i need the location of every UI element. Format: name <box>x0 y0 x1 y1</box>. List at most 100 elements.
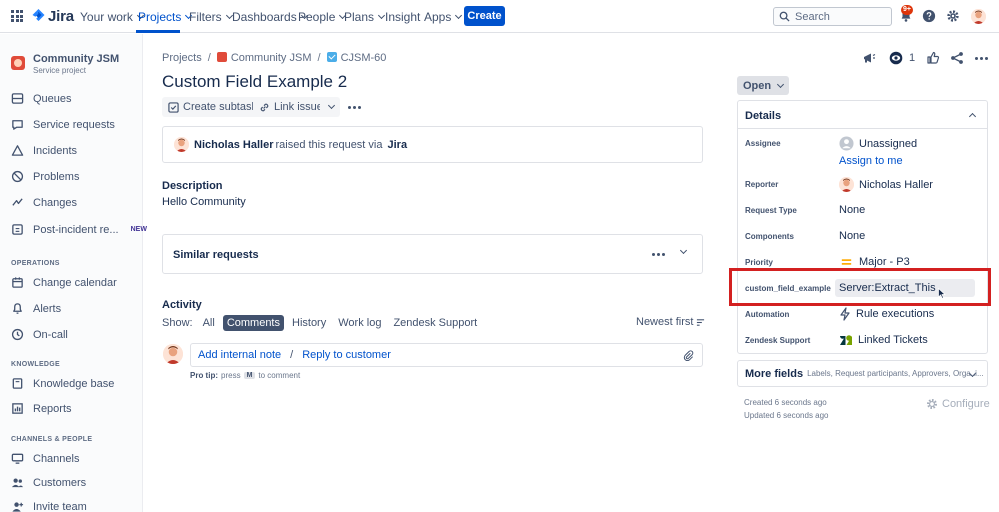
status-button[interactable]: Open <box>737 76 789 95</box>
description-text[interactable]: Hello Community <box>162 196 246 208</box>
components-value[interactable]: None <box>839 230 865 242</box>
logo-text: Jira <box>48 8 74 25</box>
sidebar-item-customers[interactable]: Customers <box>11 476 86 489</box>
automation-label: Automation <box>745 310 790 319</box>
nav-projects[interactable]: Projects <box>138 10 193 24</box>
jira-logo-icon <box>32 9 45 21</box>
app-switcher-icon[interactable] <box>11 10 23 22</box>
sidebar-item-reports[interactable]: Reports <box>11 402 72 415</box>
knowledge-heading: KNOWLEDGE <box>11 361 60 368</box>
book-icon <box>12 378 23 389</box>
reporter-avatar <box>174 137 189 152</box>
more-fields-list: Labels, Request participants, Approvers,… <box>807 369 984 378</box>
sidebar-item-changes[interactable]: Changes <box>11 196 77 209</box>
unassigned-avatar-icon <box>839 136 854 151</box>
more-dots-icon[interactable] <box>975 57 988 60</box>
thumbs-up-icon[interactable] <box>926 51 940 65</box>
reporter-value[interactable]: Nicholas Haller <box>839 177 933 192</box>
channels-heading: CHANNELS & PEOPLE <box>11 436 93 443</box>
sidebar-item-post-incident[interactable]: Post-incident re... NEW <box>11 223 147 236</box>
chevron-down-icon[interactable] <box>679 246 688 255</box>
create-button[interactable]: Create <box>464 6 505 26</box>
more-actions-button[interactable] <box>344 97 364 117</box>
zendesk-logo-icon <box>840 335 852 345</box>
activity-filter: Show: All Comments History Work log Zend… <box>162 315 485 331</box>
share-icon[interactable] <box>950 51 964 65</box>
keyboard-shortcut-key: M <box>243 372 256 379</box>
watch-button[interactable]: 1 <box>889 51 915 65</box>
nav-insight[interactable]: Insight <box>385 10 420 24</box>
request-type-value[interactable]: None <box>839 204 865 216</box>
comment-editor[interactable]: Add internal note / Reply to customer <box>190 343 703 367</box>
sidebar-item-problems[interactable]: Problems <box>11 170 79 183</box>
sort-order-button[interactable]: Newest first <box>636 316 705 328</box>
project-name: Community JSM <box>33 53 120 65</box>
tab-all[interactable]: All <box>199 315 219 331</box>
created-timestamp: Created 6 seconds ago <box>744 398 827 407</box>
nav-dashboards[interactable]: Dashboards <box>232 10 308 24</box>
add-internal-note-button[interactable]: Add internal note <box>198 349 281 361</box>
sidebar-item-alerts[interactable]: Alerts <box>11 302 61 315</box>
create-subtask-button[interactable]: Create subtask <box>162 97 263 117</box>
tab-work-log[interactable]: Work log <box>334 315 385 331</box>
project-avatar-icon <box>216 52 227 62</box>
sidebar-item-knowledge-base[interactable]: Knowledge base <box>11 377 114 390</box>
current-user-avatar <box>163 344 183 364</box>
zendesk-value[interactable]: Linked Tickets <box>839 333 928 347</box>
tab-history[interactable]: History <box>288 315 330 331</box>
nav-your-work[interactable]: Your work <box>80 10 144 24</box>
breadcrumb-issue-key[interactable]: CJSM-60 <box>326 52 386 64</box>
chevron-down-icon <box>327 101 336 110</box>
sidebar-item-queues[interactable]: Queues <box>11 92 72 105</box>
breadcrumb-projects[interactable]: Projects <box>162 52 202 64</box>
more-dots-icon <box>347 105 361 109</box>
nav-filters[interactable]: Filters <box>189 10 233 24</box>
sidebar-item-channels[interactable]: Channels <box>11 452 79 465</box>
calendar-icon <box>12 277 23 288</box>
automation-value[interactable]: Rule executions <box>839 307 934 321</box>
request-type-label: Request Type <box>745 206 797 215</box>
sidebar-item-on-call[interactable]: On-call <box>11 328 68 341</box>
search-box[interactable] <box>773 7 892 26</box>
tab-comments[interactable]: Comments <box>222 315 284 331</box>
raised-text: raised this request via <box>275 138 383 151</box>
raised-by-name[interactable]: Nicholas Haller <box>194 139 273 151</box>
jira-logo[interactable]: Jira <box>32 8 74 25</box>
more-dots-icon[interactable] <box>652 253 665 256</box>
user-avatar[interactable] <box>970 8 986 24</box>
link-issue-button[interactable]: Link issue <box>253 97 329 117</box>
project-header[interactable]: Community JSM Service project <box>11 53 119 75</box>
more-fields-panel[interactable]: More fields Labels, Request participants… <box>737 360 988 387</box>
chevron-up-icon[interactable] <box>968 112 977 121</box>
sidebar-item-invite-team[interactable]: Invite team <box>11 500 87 512</box>
problem-icon <box>11 170 24 183</box>
sidebar-item-change-calendar[interactable]: Change calendar <box>11 276 117 289</box>
issue-title[interactable]: Custom Field Example 2 <box>162 72 347 92</box>
search-input[interactable] <box>795 10 885 23</box>
sidebar-item-incidents[interactable]: Incidents <box>11 144 77 157</box>
attachment-paperclip-icon[interactable] <box>683 350 694 361</box>
configure-button[interactable]: Configure <box>926 398 990 410</box>
megaphone-icon[interactable] <box>862 51 876 65</box>
settings-gear-icon[interactable] <box>945 8 961 24</box>
priority-value[interactable]: Major - P3 <box>839 256 910 268</box>
details-heading[interactable]: Details <box>745 110 781 122</box>
breadcrumb-project[interactable]: Community JSM <box>216 52 312 64</box>
zendesk-label: Zendesk Support <box>745 336 811 345</box>
assign-to-me-link[interactable]: Assign to me <box>839 155 903 167</box>
nav-apps[interactable]: Apps <box>424 10 463 24</box>
nav-people[interactable]: People <box>298 10 347 24</box>
similar-requests-panel[interactable]: Similar requests <box>162 234 703 274</box>
description-label: Description <box>162 180 223 192</box>
warning-triangle-icon <box>11 145 24 156</box>
queues-icon <box>11 93 24 104</box>
sidebar-item-service-requests[interactable]: Service requests <box>11 118 115 131</box>
help-icon[interactable] <box>921 8 937 24</box>
nav-plans[interactable]: Plans <box>344 10 386 24</box>
search-icon <box>779 11 790 22</box>
assignee-value[interactable]: Unassigned <box>839 136 917 151</box>
bell-icon <box>13 303 22 314</box>
link-issue-dropdown-button[interactable] <box>320 97 340 117</box>
reply-to-customer-button[interactable]: Reply to customer <box>302 349 391 361</box>
tab-zendesk-support[interactable]: Zendesk Support <box>389 315 481 331</box>
